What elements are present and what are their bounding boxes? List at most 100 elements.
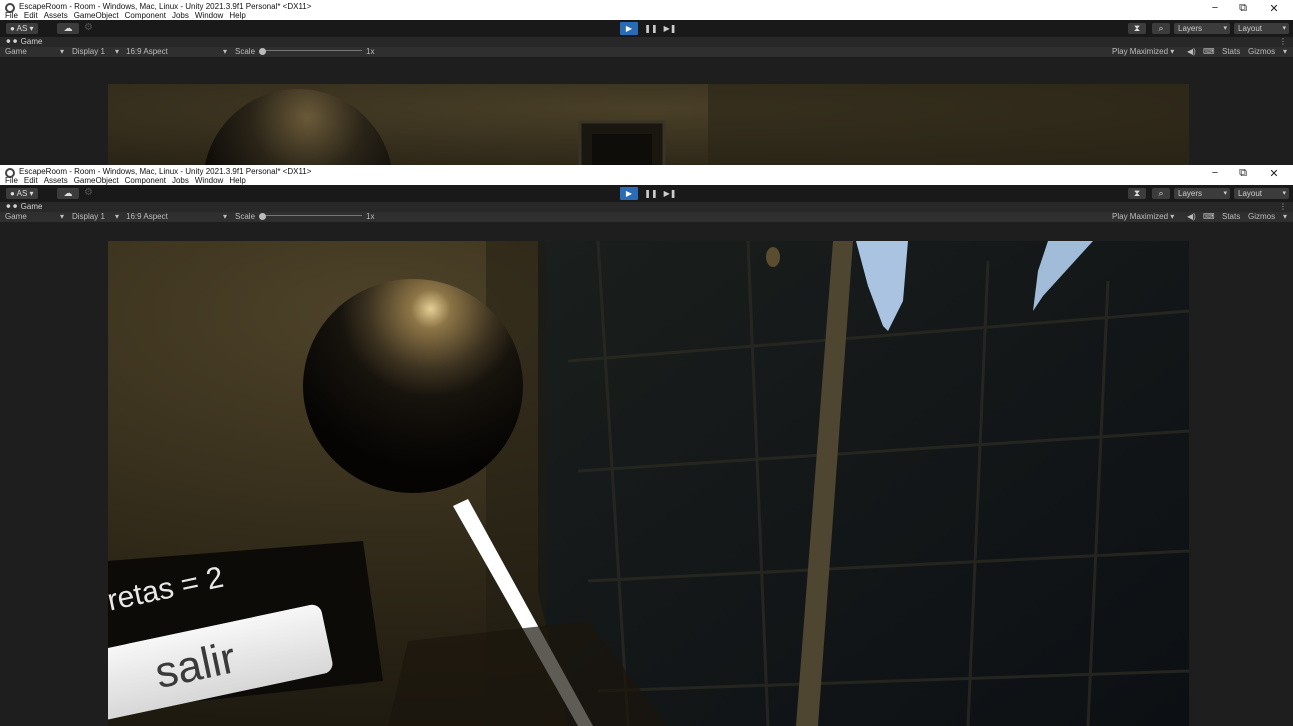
aspect-dropdown[interactable]: 16:9 Aspect xyxy=(126,212,168,222)
layers-label: Layers xyxy=(1178,189,1203,198)
chevron-down-icon: ▾ xyxy=(29,189,34,198)
mute-audio-icon[interactable]: ◀) xyxy=(1187,47,1196,57)
step-button[interactable]: ▶❚ xyxy=(662,22,678,35)
menu-help[interactable]: Help xyxy=(229,11,245,20)
game-mode-dropdown[interactable]: Game xyxy=(5,212,27,222)
gizmos-dropdown[interactable]: Gizmos xyxy=(1248,47,1275,57)
menu-gameobject[interactable]: GameObject xyxy=(74,176,119,185)
close-icon[interactable]: ✕ xyxy=(1264,2,1284,15)
aspect-dropdown[interactable]: 16:9 Aspect xyxy=(126,47,168,57)
chevron-down-icon: ▾ xyxy=(1170,212,1175,221)
collab-icon[interactable]: ⚙ xyxy=(84,22,93,33)
maximize-icon[interactable]: ⧉ xyxy=(1233,167,1253,180)
stats-toggle[interactable]: Stats xyxy=(1222,212,1240,222)
step-button[interactable]: ▶❚ xyxy=(662,187,678,200)
menu-jobs[interactable]: Jobs xyxy=(172,11,189,20)
menu-file[interactable]: File xyxy=(5,11,18,20)
scale-slider-thumb[interactable] xyxy=(259,213,266,220)
display-dropdown[interactable]: Display 1 xyxy=(72,212,105,222)
menu-assets[interactable]: Assets xyxy=(44,11,68,20)
stats-toggle[interactable]: Stats xyxy=(1222,47,1240,57)
chevron-down-icon: ▾ xyxy=(1283,212,1288,221)
chevron-down-icon: ▾ xyxy=(29,24,34,33)
menu-component[interactable]: Component xyxy=(125,11,166,20)
game-viewport[interactable]: oretas = 2 salir xyxy=(0,241,1293,726)
pause-button[interactable]: ❚❚ xyxy=(643,187,659,200)
layout-label: Layout xyxy=(1238,189,1263,198)
layout-dropdown[interactable]: Layout ▾ xyxy=(1234,188,1289,199)
unity-editor-window-foreground: EscapeRoom - Room - Windows, Mac, Linux … xyxy=(0,165,1293,726)
maximize-icon[interactable]: ⧉ xyxy=(1233,2,1253,15)
chevron-down-icon: ▾ xyxy=(115,212,120,221)
chevron-down-icon: ▾ xyxy=(1283,47,1288,56)
window-title: EscapeRoom - Room - Windows, Mac, Linux … xyxy=(19,2,312,11)
layers-dropdown[interactable]: Layers ▾ xyxy=(1174,188,1230,199)
menu-edit[interactable]: Edit xyxy=(24,11,38,20)
chevron-down-icon: ▾ xyxy=(1223,190,1227,197)
layers-dropdown[interactable]: Layers ▾ xyxy=(1174,23,1230,34)
kebab-menu-icon[interactable]: ⋮ xyxy=(1279,202,1287,212)
menu-component[interactable]: Component xyxy=(125,176,166,185)
game-render[interactable]: oretas = 2 salir xyxy=(108,241,1189,726)
history-icon[interactable]: ⧗ xyxy=(1128,188,1146,199)
game-view-toolbar: Game ▾ Display 1 ▾ 16:9 Aspect ▾ Scale 1… xyxy=(0,47,1293,57)
menu-jobs[interactable]: Jobs xyxy=(172,176,189,185)
cloud-icon[interactable]: ☁ xyxy=(57,188,79,199)
game-viewport[interactable] xyxy=(0,84,1293,165)
account-label: AS xyxy=(16,189,28,198)
mute-audio-icon[interactable]: ◀) xyxy=(1187,212,1196,222)
scale-slider-thumb[interactable] xyxy=(259,48,266,55)
cloud-icon[interactable]: ☁ xyxy=(57,23,79,34)
layout-dropdown[interactable]: Layout ▾ xyxy=(1234,23,1289,34)
game-mode-dropdown[interactable]: Game xyxy=(5,47,27,57)
scale-label: Scale xyxy=(235,212,256,221)
game-view-toolbar: Game ▾ Display 1 ▾ 16:9 Aspect ▾ Scale 1… xyxy=(0,212,1293,222)
collab-icon[interactable]: ⚙ xyxy=(84,187,93,198)
search-icon[interactable]: ⌕ xyxy=(1152,23,1170,34)
unity-editor-window-background: EscapeRoom - Room - Windows, Mac, Linux … xyxy=(0,0,1293,165)
account-dropdown[interactable]: ● AS ▾ xyxy=(6,188,38,199)
play-button[interactable]: ▶ xyxy=(620,22,638,35)
close-icon[interactable]: ✕ xyxy=(1264,167,1284,180)
chevron-down-icon: ▾ xyxy=(1170,47,1175,56)
menu-bar: File Edit Assets GameObject Component Jobs Win… xyxy=(5,176,252,185)
game-mode-label: Game xyxy=(5,212,27,221)
game-scene-render xyxy=(108,84,1189,165)
tab-game[interactable]: ⚫⚫ Game xyxy=(5,202,42,212)
kebab-menu-icon[interactable]: ⋮ xyxy=(1279,37,1287,47)
account-dropdown[interactable]: ● AS ▾ xyxy=(6,23,38,34)
game-render[interactable] xyxy=(108,84,1189,165)
tab-game[interactable]: ⚫⚫ Game xyxy=(5,37,42,47)
menu-gameobject[interactable]: GameObject xyxy=(74,11,119,20)
game-mode-label: Game xyxy=(5,47,27,56)
scale-slider-track[interactable] xyxy=(260,50,362,51)
play-maximized-dropdown[interactable]: Play Maximized ▾ xyxy=(1112,212,1174,222)
menu-help[interactable]: Help xyxy=(229,176,245,185)
controller-sphere xyxy=(303,279,523,493)
scale-label: Scale xyxy=(235,47,256,56)
chevron-down-icon: ▾ xyxy=(223,212,228,221)
chevron-down-icon: ▾ xyxy=(1282,25,1286,32)
minimize-icon[interactable]: − xyxy=(1205,2,1225,14)
display-dropdown[interactable]: Display 1 xyxy=(72,47,105,57)
keyboard-shortcut-icon[interactable]: ⌨ xyxy=(1203,47,1215,57)
menu-bar: File Edit Assets GameObject Component Jobs Win… xyxy=(5,11,252,20)
menu-assets[interactable]: Assets xyxy=(44,176,68,185)
ceiling-lamp xyxy=(766,247,780,267)
menu-window[interactable]: Window xyxy=(195,11,223,20)
keyboard-shortcut-icon[interactable]: ⌨ xyxy=(1203,212,1215,222)
history-icon[interactable]: ⧗ xyxy=(1128,23,1146,34)
menu-file[interactable]: File xyxy=(5,176,18,185)
chevron-down-icon: ▾ xyxy=(223,47,228,56)
search-icon[interactable]: ⌕ xyxy=(1152,188,1170,199)
gizmos-dropdown[interactable]: Gizmos xyxy=(1248,212,1275,222)
main-toolbar: ● AS ▾ ☁ ⚙ ▶ ❚❚ ▶❚ ⧗ ⌕ Layers ▾ Layout ▾ xyxy=(0,20,1293,37)
minimize-icon[interactable]: − xyxy=(1205,167,1225,179)
scale-slider-track[interactable] xyxy=(260,215,362,216)
menu-edit[interactable]: Edit xyxy=(24,176,38,185)
menu-window[interactable]: Window xyxy=(195,176,223,185)
play-button[interactable]: ▶ xyxy=(620,187,638,200)
window-title: EscapeRoom - Room - Windows, Mac, Linux … xyxy=(19,167,312,176)
pause-button[interactable]: ❚❚ xyxy=(643,22,659,35)
play-maximized-dropdown[interactable]: Play Maximized ▾ xyxy=(1112,47,1174,57)
